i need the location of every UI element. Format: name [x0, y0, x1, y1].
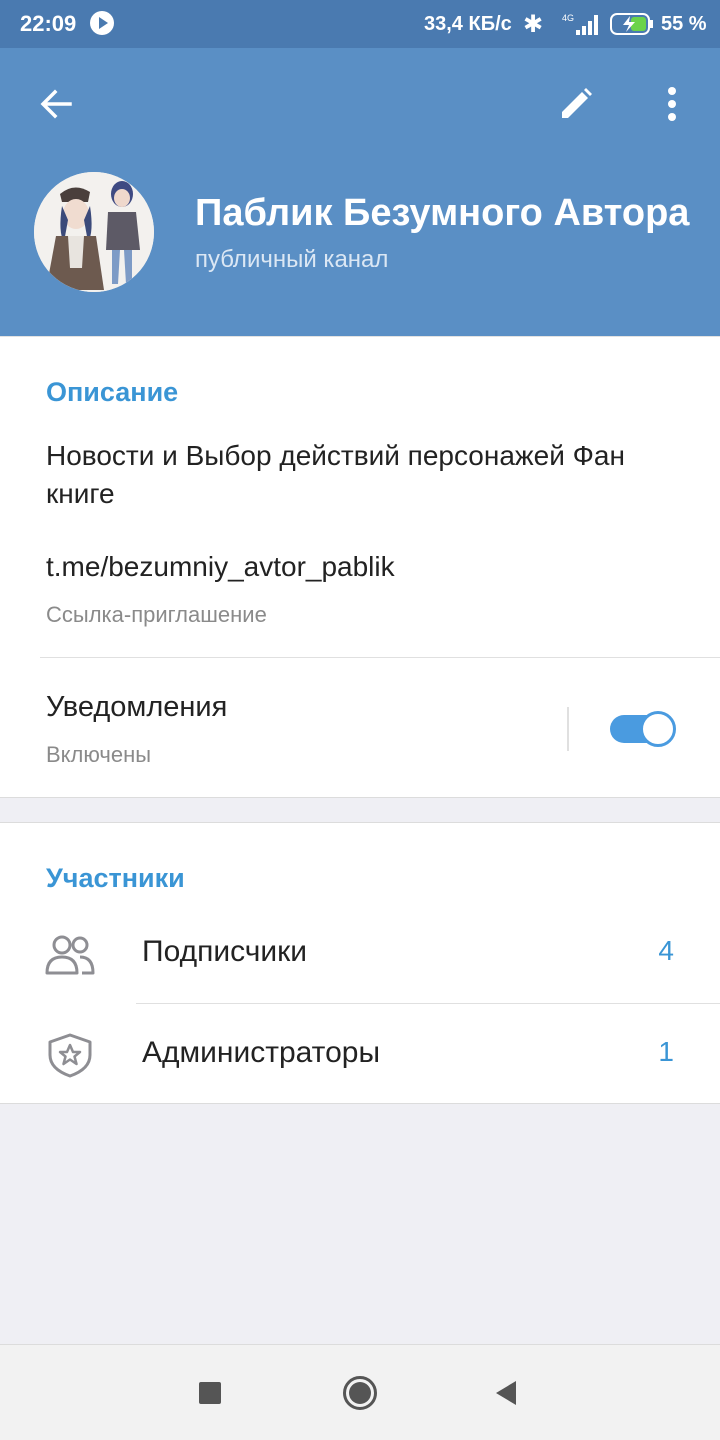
administrators-row[interactable]: Администраторы 1 — [0, 1004, 720, 1104]
channel-header: Паблик Безумного Автора публичный канал — [0, 48, 720, 336]
channel-description: Новости и Выбор действий персонажей Фан … — [46, 440, 625, 509]
invite-link[interactable]: t.me/bezumniy_avtor_pablik — [46, 551, 395, 583]
toggle-knob — [640, 711, 676, 747]
avatar-illustration — [34, 172, 154, 292]
home-button[interactable] — [338, 1371, 382, 1415]
members-card: Участники Подписчики 4 Администраторы 1 — [0, 822, 720, 1104]
pencil-icon — [562, 88, 592, 118]
more-options-button[interactable] — [644, 76, 700, 132]
media-playing-icon — [90, 11, 114, 35]
info-card: Описание Новости и Выбор действий персон… — [0, 336, 720, 798]
shield-star-icon — [48, 1033, 92, 1078]
vertical-separator — [567, 707, 569, 751]
back-button[interactable] — [28, 76, 84, 132]
channel-subtitle: публичный канал — [195, 246, 389, 273]
network-speed: 33,4 КБ/с — [424, 13, 512, 35]
system-navigation-bar — [0, 1344, 720, 1440]
status-bar: 22:09 33,4 КБ/с ✱ 4G 55 % — [0, 0, 720, 48]
subscribers-count: 4 — [658, 935, 674, 966]
recents-button[interactable] — [190, 1373, 230, 1413]
channel-title: Паблик Безумного Автора — [195, 192, 690, 234]
administrators-count: 1 — [658, 1036, 674, 1067]
back-nav-button[interactable] — [486, 1373, 526, 1413]
bluetooth-icon: ✱ — [523, 11, 544, 38]
network-type: 4G — [562, 13, 574, 23]
administrators-label: Администраторы — [142, 1036, 381, 1069]
square-icon — [199, 1382, 221, 1404]
circle-icon — [343, 1376, 377, 1410]
triangle-back-icon — [496, 1381, 516, 1405]
back-arrow-icon — [40, 89, 72, 119]
status-time: 22:09 — [20, 11, 77, 36]
signal-icon: 4G — [562, 13, 598, 35]
subscribers-label: Подписчики — [142, 935, 308, 968]
subscribers-row[interactable]: Подписчики 4 — [0, 903, 720, 1003]
divider — [40, 657, 720, 658]
notifications-toggle[interactable] — [610, 709, 678, 749]
people-icon — [45, 935, 95, 975]
more-vert-icon — [668, 87, 676, 121]
channel-avatar[interactable] — [34, 172, 154, 292]
edit-button[interactable] — [548, 76, 604, 132]
description-section-title: Описание — [46, 377, 179, 407]
notifications-state: Включены — [46, 742, 152, 767]
battery-level: 55 % — [661, 13, 707, 35]
notifications-label: Уведомления — [46, 691, 228, 723]
invite-link-caption: Ссылка-приглашение — [46, 602, 267, 627]
members-section-title: Участники — [46, 863, 185, 893]
battery-icon — [610, 13, 653, 35]
